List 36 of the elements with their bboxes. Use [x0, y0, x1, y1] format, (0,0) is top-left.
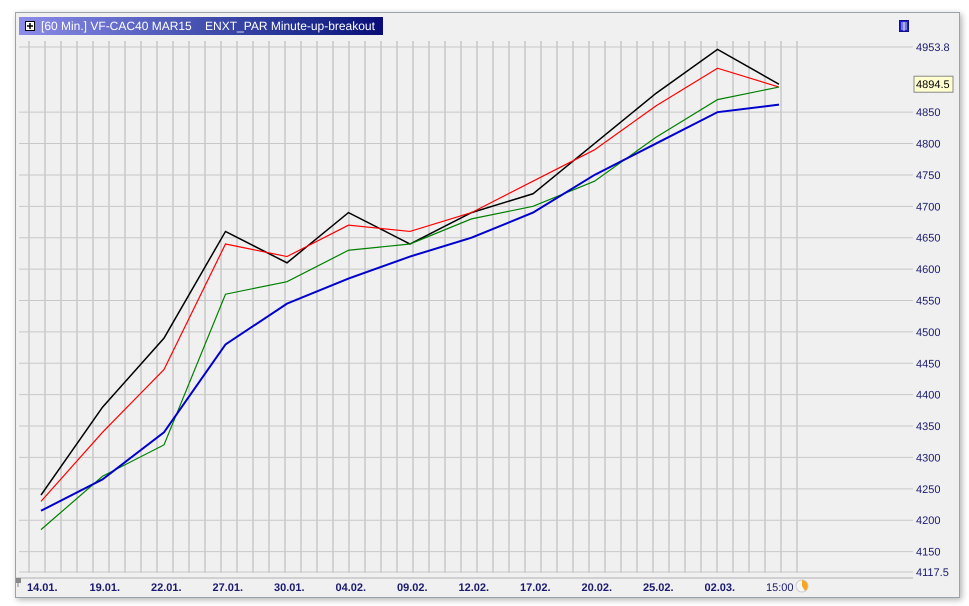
price-label: 4117.5: [916, 567, 949, 579]
price-label: 4953.8: [916, 42, 950, 54]
date-label: 04.02.: [336, 582, 366, 594]
date-label: 25.02.: [643, 582, 674, 594]
date-label: 27.01.: [212, 582, 244, 594]
table-icon[interactable]: [899, 20, 909, 32]
price-label: 4150: [916, 546, 940, 559]
price-label: 4200: [916, 515, 940, 528]
date-label: 22.01.: [151, 582, 182, 594]
date-label: 09.02.: [397, 582, 428, 594]
price-label: 4550: [916, 296, 940, 308]
date-label: 30.01.: [274, 582, 305, 594]
window-title: [60 Min.] VF-CAC40 MAR15 ENXT_PAR Minute-up-breakout: [19, 16, 383, 34]
expand-icon[interactable]: [25, 20, 35, 30]
price-label: 4400: [916, 390, 940, 402]
price-label: 4800: [916, 138, 940, 151]
date-label: 20.02.: [582, 582, 612, 594]
date-label: 14.01.: [27, 582, 58, 594]
date-label: 15:00: [766, 582, 794, 594]
price-label: 4250: [916, 484, 940, 496]
date-label: 12.02.: [458, 582, 490, 594]
date-label: 19.01.: [90, 582, 120, 594]
price-label: 4700: [916, 201, 940, 214]
date-label: 17.02.: [520, 582, 551, 594]
price-label: 4600: [916, 264, 940, 276]
price-label: 4650: [916, 232, 940, 245]
clock-icon: [796, 580, 808, 592]
price-label: 4850: [916, 107, 940, 120]
price-tag: 4894.5: [914, 76, 954, 93]
price-label: 4750: [916, 170, 940, 182]
price-label: 4500: [916, 326, 940, 339]
price-label: 4350: [916, 421, 940, 434]
pin-icon: [16, 578, 21, 588]
price-label: 4300: [916, 452, 940, 464]
date-label: 02.03.: [704, 582, 736, 594]
price-label: 4450: [916, 358, 940, 370]
